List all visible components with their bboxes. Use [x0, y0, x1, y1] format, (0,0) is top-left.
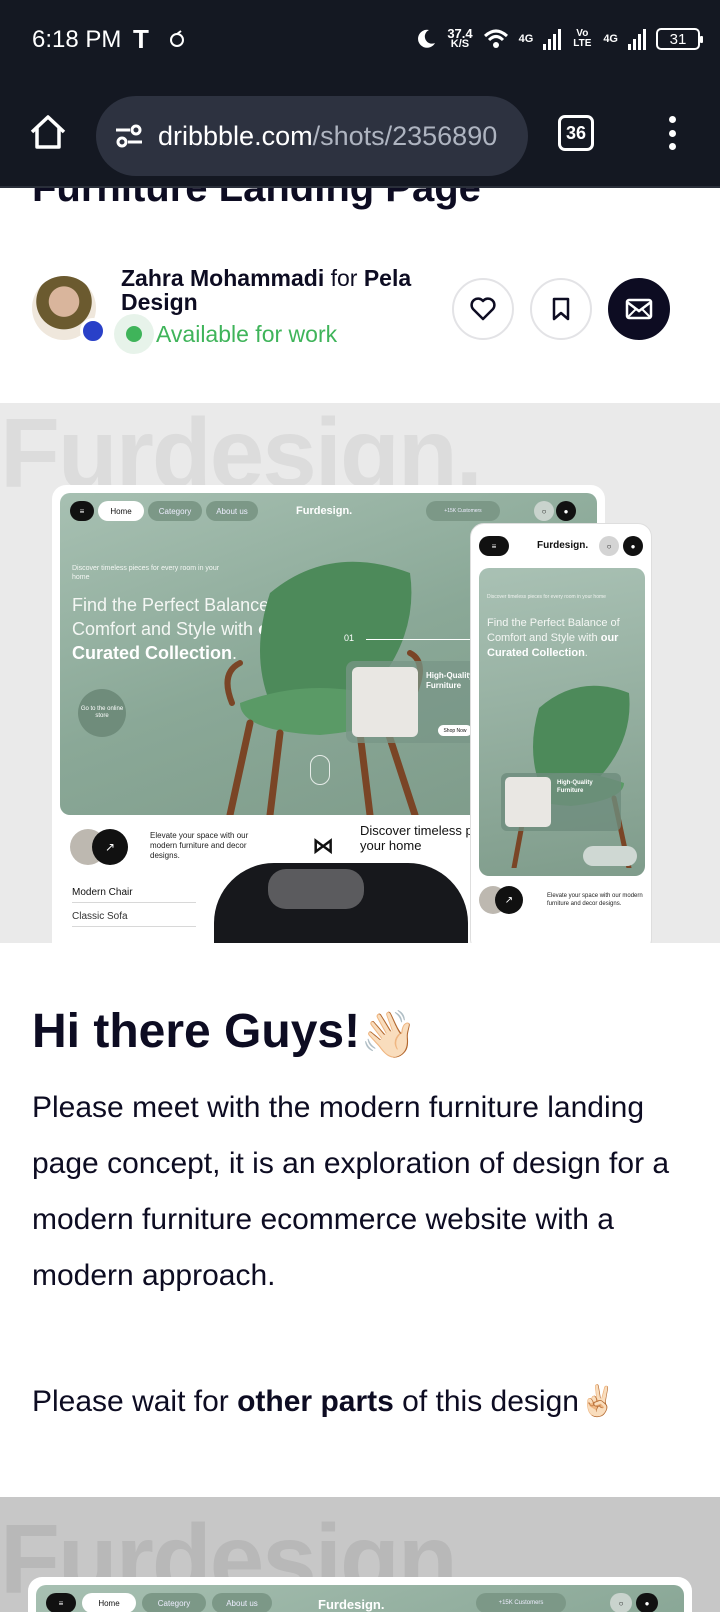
nav-home: Home [98, 501, 144, 521]
shop-now-button: Shop Now [438, 725, 472, 736]
pro-badge [80, 318, 106, 344]
toolbar-overlay: dribbble.com/shots/2356890 36 [0, 82, 720, 188]
arrow-up-right-icon: ↗ [92, 829, 128, 865]
battery-indicator: 31 [656, 28, 703, 50]
list-item: Modern Chair [72, 887, 196, 903]
nav-category: Category [148, 501, 202, 521]
desktop-hero: ≡ Home Category About us Furdesign. +15K… [36, 1585, 684, 1612]
signal-icon-1 [543, 28, 562, 50]
product-card: High-Quality Furniture [501, 773, 621, 831]
network-type-2: 4G [603, 33, 618, 45]
scroll-indicator-icon [310, 755, 330, 785]
customers-pill: +15K Customers [476, 1593, 566, 1612]
heart-icon [470, 297, 496, 321]
description-paragraph: Please meet with the modern furniture la… [32, 1091, 670, 1292]
site-settings-icon[interactable] [114, 121, 144, 151]
desktop-mockup: ≡ Home Category About us Furdesign. +15K… [28, 1577, 692, 1612]
menu-icon: ≡ [479, 536, 509, 556]
menu-icon: ≡ [46, 1593, 76, 1612]
peace-emoji: ✌🏻 [578, 1385, 617, 1418]
go-to-store-button: Go to the online store [78, 689, 126, 737]
chair-photo [268, 869, 364, 909]
availability-dot [114, 314, 154, 354]
logo-mark-icon: ⋈ [312, 833, 334, 858]
menu-icon: ≡ [70, 501, 94, 521]
slider-arrows [583, 846, 637, 866]
availability-text: Available for work [156, 320, 338, 347]
hero-kicker: Discover timeless pieces for every room … [72, 565, 220, 581]
list-item: Classic Sofa [72, 911, 196, 927]
slide-progress [366, 639, 486, 640]
shot-image[interactable]: Furdesign. ≡ Home Category About us Furd… [0, 403, 720, 943]
volte-indicator: Vo LTE [573, 28, 592, 49]
nav-about: About us [206, 501, 258, 521]
save-button[interactable] [530, 278, 592, 340]
nav-home: Home [82, 1593, 136, 1612]
elevate-text: Elevate your space with our modern furni… [150, 831, 249, 860]
status-time: 6:18 PM [32, 26, 122, 53]
url-text[interactable]: dribbble.com/shots/2356890 [158, 121, 508, 152]
search-icon: ○ [534, 501, 554, 521]
hero-headline: Find the Perfect Balance of Comfort and … [487, 617, 620, 659]
mail-icon [625, 298, 653, 320]
elevate-text: Elevate your space with our modern furni… [547, 893, 643, 907]
like-button[interactable] [452, 278, 514, 340]
search-icon: ○ [610, 1593, 632, 1612]
product-card-title: High-Quality Furniture [557, 780, 593, 794]
slide-number: 01 [344, 633, 355, 643]
home-icon[interactable] [28, 112, 68, 152]
video-card [214, 863, 468, 943]
carrier-icon: T [133, 24, 149, 54]
network-type-1: 4G [518, 33, 534, 45]
mockup-brand: Furdesign. [318, 1597, 385, 1612]
user-icon: ● [623, 536, 643, 556]
product-thumbnail [505, 777, 551, 827]
user-icon: ● [636, 1593, 658, 1612]
mockup-brand: Furdesign. [537, 540, 589, 551]
status-indicators: 37.4 K/S 4G Vo LTE 4G 31 [415, 22, 703, 56]
mobile-mockup: ≡ Furdesign. ○ ● Discover timeless piece… [470, 523, 652, 943]
search-icon: ○ [599, 536, 619, 556]
user-icon: ● [556, 501, 576, 521]
mobile-hero: Discover timeless pieces for every room … [479, 568, 645, 876]
data-saver-icon [170, 30, 184, 47]
description-heading: Hi there Guys!👋🏻 [32, 1005, 418, 1060]
availability-status: Available for work [114, 314, 337, 354]
author-name[interactable]: Zahra Mohammadi [121, 265, 324, 291]
network-speed: 37.4 K/S [447, 26, 473, 50]
nav-about: About us [212, 1593, 272, 1612]
customers-pill: +15K Customers [426, 501, 500, 521]
wifi-icon [483, 29, 508, 48]
for-word: for [330, 265, 358, 291]
shot-image-2[interactable]: Furdesign. ≡ Home Category About us Furd… [0, 1497, 720, 1612]
tab-switcher-button[interactable]: 36 [558, 115, 594, 151]
signal-icon-2 [628, 28, 646, 50]
overflow-menu-icon[interactable] [660, 112, 684, 154]
hero-kicker: Discover timeless pieces for every room … [487, 594, 606, 600]
address-bar[interactable]: dribbble.com/shots/2356890 [96, 96, 528, 176]
bookmark-icon [552, 297, 570, 321]
product-thumbnail [352, 667, 418, 737]
do-not-disturb-icon [418, 29, 436, 48]
author-line: Zahra Mohammadi for Pela Design [121, 266, 451, 314]
wait-paragraph: Please wait for other parts of this desi… [32, 1385, 617, 1418]
contact-button[interactable] [608, 278, 670, 340]
arrow-up-right-icon: ↗ [495, 886, 523, 914]
nav-category: Category [142, 1593, 206, 1612]
status-bar: 6:18 PM T 37.4 K/S 4G Vo LTE 4G 31 [0, 0, 720, 82]
waving-hand-emoji: 👋🏻 [360, 1007, 418, 1060]
mockup-brand: Furdesign. [296, 505, 353, 517]
